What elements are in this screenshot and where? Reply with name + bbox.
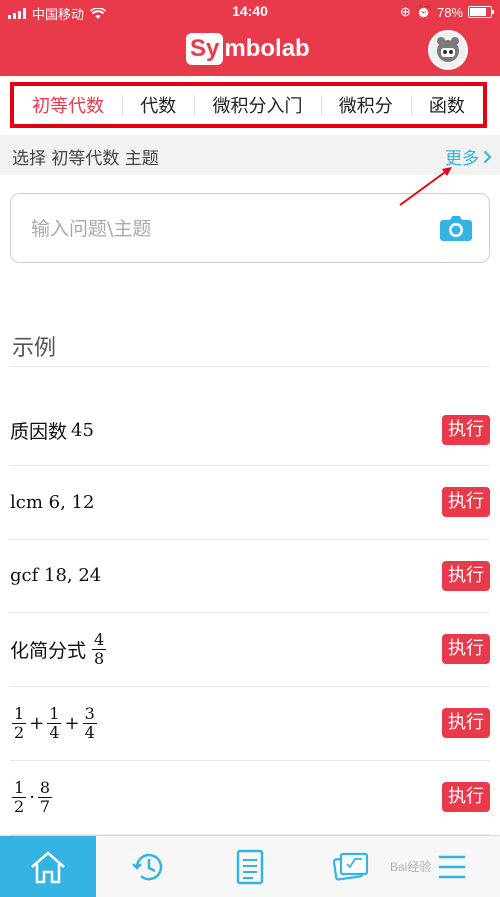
example-expression: 1 2 · 8 7 bbox=[10, 760, 54, 834]
example-expression: 化简分式 4 8 bbox=[10, 612, 108, 686]
logo-text: mbolab bbox=[224, 35, 310, 62]
app-header: Sy mbolab bbox=[0, 24, 500, 76]
example-math: 45 bbox=[71, 419, 94, 441]
run-button[interactable]: 执行 bbox=[442, 782, 490, 812]
examples-title: 示例 bbox=[12, 336, 57, 361]
numerator: 8 bbox=[37, 777, 53, 798]
topic-label: 选择 初等代数 主题 bbox=[12, 149, 159, 169]
topic-tabs: 初等代数 代数 微积分入门 微积分 函数 bbox=[14, 86, 483, 124]
run-button[interactable]: 执行 bbox=[442, 708, 490, 738]
topic-tabs-highlight: 初等代数 代数 微积分入门 微积分 函数 bbox=[10, 82, 487, 128]
home-icon bbox=[31, 850, 65, 883]
fraction: 34 bbox=[82, 703, 97, 742]
orientation-lock-icon: ⊕ bbox=[399, 4, 411, 19]
operator: + bbox=[29, 712, 45, 734]
symbolab-logo[interactable]: Sy mbolab bbox=[186, 32, 310, 66]
status-bar: 中国移动 14:40 ⊕ ⏰ 78% bbox=[0, 0, 500, 24]
example-expression: 1 2 +1 4 +3 4 bbox=[10, 686, 99, 760]
battery-percent: 78% bbox=[436, 4, 463, 20]
camera-icon[interactable] bbox=[439, 214, 473, 242]
more-label: 更多 bbox=[445, 149, 479, 169]
tab-2[interactable]: 微积分入门 bbox=[194, 92, 320, 118]
run-button[interactable]: 执行 bbox=[442, 561, 490, 591]
tab-4[interactable]: 函数 bbox=[410, 92, 483, 118]
run-button[interactable]: 执行 bbox=[442, 634, 490, 664]
nav-practice[interactable] bbox=[303, 836, 399, 897]
denominator: 4 bbox=[84, 722, 95, 742]
example-math: gcf 18, 24 bbox=[10, 565, 102, 586]
alarm-icon: ⏰ bbox=[415, 4, 432, 19]
history-icon bbox=[132, 853, 163, 880]
run-button[interactable]: 执行 bbox=[442, 487, 490, 517]
numerator: 4 bbox=[92, 629, 107, 650]
tab-3[interactable]: 微积分 bbox=[320, 92, 411, 118]
run-button[interactable]: 执行 bbox=[442, 415, 490, 445]
battery-icon bbox=[468, 6, 494, 18]
example-row[interactable]: 质因数 45 执行 bbox=[10, 395, 490, 466]
example-row[interactable]: 1 2 · 8 7 执行 bbox=[10, 760, 490, 835]
nav-notebook[interactable] bbox=[202, 836, 298, 897]
example-expression: lcm 6, 12 bbox=[10, 465, 94, 539]
example-row[interactable]: 化简分式 4 8 执行 bbox=[10, 612, 490, 687]
avatar[interactable] bbox=[428, 30, 468, 70]
tab-1[interactable]: 代数 bbox=[122, 92, 194, 118]
example-expression: 质因数 45 bbox=[10, 395, 94, 465]
fraction: 12 bbox=[12, 703, 27, 742]
fraction: 48 bbox=[92, 629, 107, 668]
chevron-right-icon bbox=[483, 150, 492, 163]
numerator: 1 bbox=[12, 777, 27, 798]
topic-bar: 选择 初等代数 主题 更多 bbox=[0, 135, 500, 175]
example-row[interactable]: 1 2 +1 4 +3 4 执行 bbox=[10, 686, 490, 761]
logo-badge: Sy bbox=[186, 33, 224, 65]
robot-avatar-icon bbox=[437, 37, 459, 62]
denominator: 7 bbox=[39, 796, 51, 816]
watermark: Bai经验 bbox=[390, 860, 432, 874]
denominator: 2 bbox=[14, 796, 25, 816]
fraction: 87 bbox=[37, 777, 53, 816]
nav-home[interactable] bbox=[0, 836, 96, 897]
nav-history[interactable] bbox=[101, 836, 197, 897]
fraction: 14 bbox=[47, 703, 62, 742]
divider bbox=[10, 366, 490, 367]
denominator: 8 bbox=[94, 648, 105, 668]
search-input[interactable] bbox=[29, 212, 423, 246]
operator: · bbox=[29, 786, 35, 808]
fraction: 12 bbox=[12, 777, 27, 816]
numerator: 3 bbox=[82, 703, 97, 724]
example-row[interactable]: lcm 6, 12 执行 bbox=[10, 465, 490, 540]
example-expression: gcf 18, 24 bbox=[10, 539, 101, 612]
denominator: 4 bbox=[49, 722, 60, 742]
operator: + bbox=[64, 712, 80, 734]
more-link[interactable]: 更多 bbox=[445, 144, 492, 169]
status-right: ⊕ ⏰ 78% bbox=[399, 4, 494, 20]
notebook-icon bbox=[236, 849, 264, 884]
search-box bbox=[10, 193, 490, 263]
example-prefix: 质因数 bbox=[10, 420, 68, 443]
numerator: 1 bbox=[47, 703, 62, 724]
denominator: 2 bbox=[14, 722, 25, 742]
tab-0[interactable]: 初等代数 bbox=[14, 92, 122, 118]
numerator: 1 bbox=[12, 703, 27, 724]
example-row[interactable]: gcf 18, 24 执行 bbox=[10, 539, 490, 613]
practice-cards-icon bbox=[332, 852, 369, 881]
example-math: lcm 6, 12 bbox=[10, 491, 95, 513]
example-prefix: 化简分式 bbox=[10, 639, 87, 662]
menu-icon bbox=[439, 855, 465, 878]
